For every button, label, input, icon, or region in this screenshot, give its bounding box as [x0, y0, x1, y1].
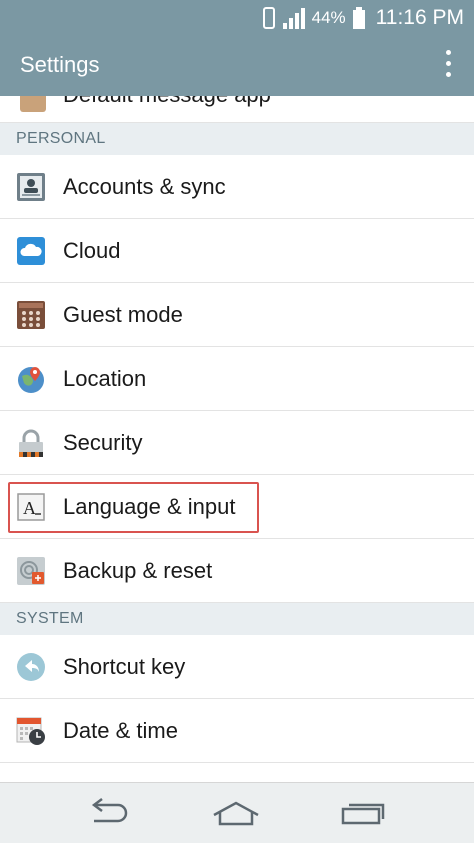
list-item-shortcut-key[interactable]: Shortcut key: [0, 635, 474, 699]
message-app-icon: [20, 96, 46, 112]
clock: 11:16 PM: [375, 6, 464, 29]
battery-icon: [352, 7, 365, 29]
list-item-guest-mode[interactable]: Guest mode: [0, 283, 474, 347]
section-header-personal: PERSONAL: [0, 123, 474, 155]
list-item-label: Default message app: [63, 96, 271, 108]
list-item-location[interactable]: Location: [0, 347, 474, 411]
action-bar: Settings: [0, 36, 474, 96]
settings-list: Default message app PERSONAL Accounts & …: [0, 96, 474, 782]
battery-percent: 44%: [311, 8, 346, 27]
list-item-accounts-sync[interactable]: Accounts & sync: [0, 155, 474, 219]
list-item-label: Language & input: [63, 494, 236, 519]
accounts-icon: [17, 173, 45, 201]
back-icon[interactable]: [82, 795, 134, 831]
list-item-cloud[interactable]: Cloud: [0, 219, 474, 283]
recent-apps-icon[interactable]: [337, 795, 389, 831]
shortcut-icon: [17, 653, 45, 681]
status-icons: 44% 11:16 PM: [262, 4, 464, 32]
lock-icon: [19, 429, 43, 457]
status-bar: 44% 11:16 PM: [0, 0, 474, 36]
list-item-backup-reset[interactable]: Backup & reset: [0, 539, 474, 603]
page-title: Settings: [20, 52, 100, 77]
backup-icon: [17, 557, 45, 585]
list-item-label: Backup & reset: [63, 558, 213, 583]
cloud-icon: [17, 237, 45, 265]
list-item-date-time[interactable]: Date & time: [0, 699, 474, 763]
language-icon: A: [17, 493, 45, 521]
list-item-label: Guest mode: [63, 302, 183, 327]
list-item-label: Shortcut key: [63, 654, 186, 679]
list-item-security[interactable]: Security: [0, 411, 474, 475]
list-item-language-input[interactable]: A Language & input: [0, 475, 474, 539]
home-icon[interactable]: [210, 795, 262, 831]
phone-vibrate-icon: [262, 7, 275, 29]
list-item-label: Accounts & sync: [63, 174, 226, 199]
calendar-clock-icon: [16, 717, 45, 745]
list-item-label: Security: [63, 430, 143, 455]
list-item-default-message-app[interactable]: Default message app: [0, 96, 474, 123]
signal-icon: [282, 8, 305, 29]
svg-text:A: A: [23, 498, 36, 518]
list-item-label: Date & time: [63, 718, 178, 743]
list-item-label: Location: [63, 366, 147, 391]
location-icon: [18, 367, 44, 393]
overflow-menu-icon[interactable]: [444, 50, 452, 80]
navigation-bar: [0, 782, 474, 843]
section-header-system: SYSTEM: [0, 603, 474, 635]
list-item-label: Cloud: [63, 238, 121, 263]
guest-mode-icon: [17, 301, 45, 329]
